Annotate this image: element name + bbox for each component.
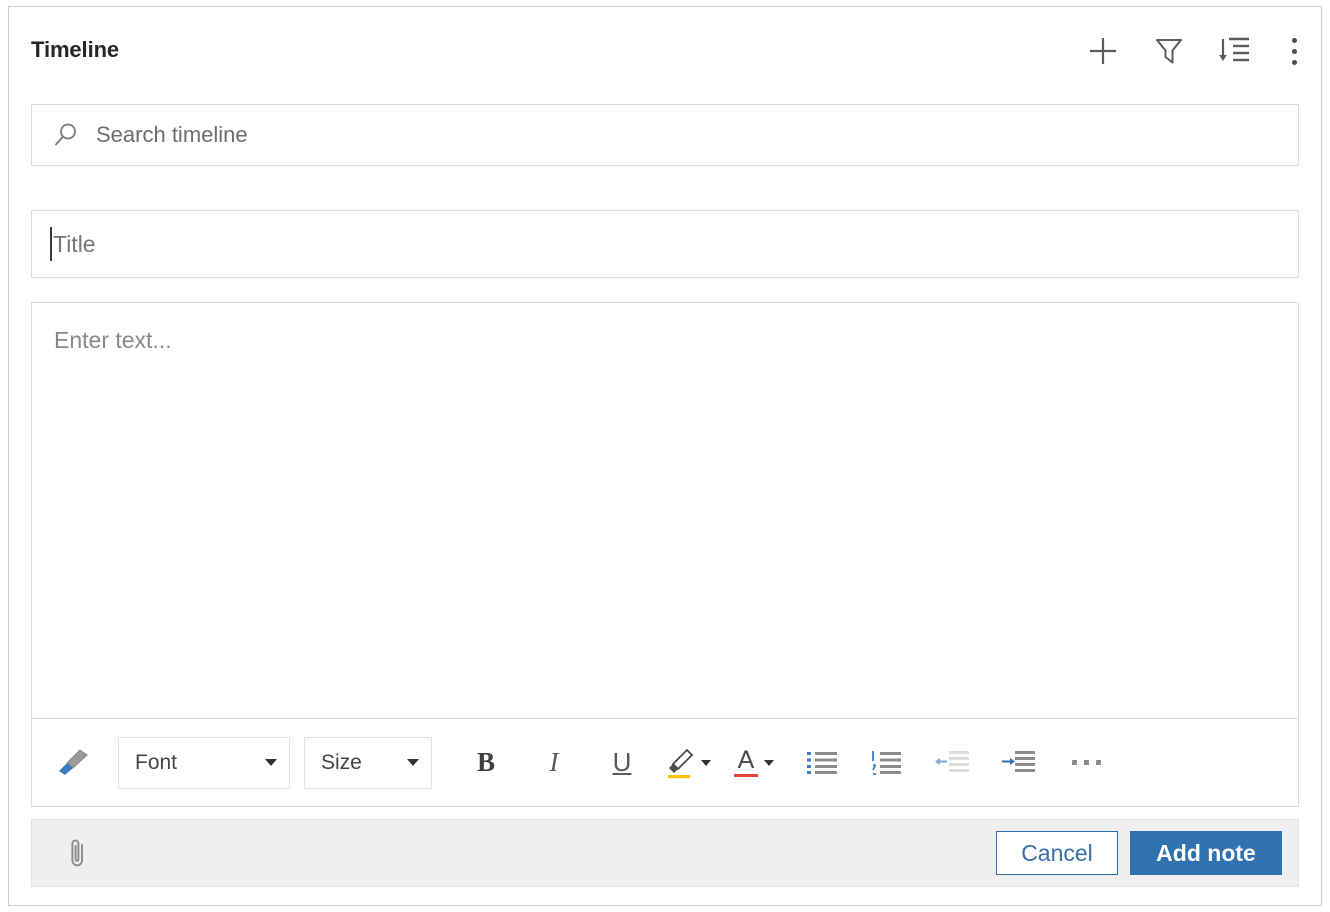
font-family-dropdown[interactable]: Font: [118, 736, 290, 789]
font-family-value: Font: [135, 750, 178, 774]
add-note-button[interactable]: Add note: [1130, 831, 1282, 875]
chevron-down-icon: [407, 759, 419, 766]
bulleted-list-icon: [807, 751, 837, 774]
font-size-dropdown[interactable]: Size: [304, 736, 432, 789]
bold-button[interactable]: B: [460, 735, 512, 791]
paperclip-icon: [71, 839, 83, 867]
text-highlight-button[interactable]: [662, 735, 714, 791]
underline-label: U: [612, 747, 632, 777]
text-caret: [50, 227, 52, 261]
note-body-placeholder: Enter text...: [54, 327, 172, 353]
font-size-value: Size: [321, 750, 362, 774]
search-input[interactable]: Search timeline: [31, 104, 1299, 166]
more-options-button[interactable]: [1281, 31, 1307, 71]
note-title-placeholder: Title: [53, 230, 96, 257]
bold-label: B: [476, 747, 495, 777]
format-painter-button[interactable]: [46, 735, 98, 791]
increase-indent-icon: [1002, 750, 1035, 772]
note-form-footer: Cancel Add note: [31, 819, 1299, 887]
attach-file-button[interactable]: [54, 829, 102, 877]
chevron-down-icon: [701, 759, 711, 766]
chevron-down-icon: [764, 759, 774, 766]
chevron-down-icon: [265, 759, 277, 766]
decrease-indent-icon: [935, 750, 969, 772]
more-vertical-icon: [1291, 37, 1297, 65]
numbered-list-icon: [872, 750, 901, 775]
timeline-panel: Timeline Search timeline Title Enter tex…: [8, 6, 1322, 906]
sort-descending-icon: [1219, 37, 1249, 62]
underline-button[interactable]: U: [596, 735, 648, 791]
italic-button[interactable]: I: [528, 735, 580, 791]
search-placeholder: Search timeline: [96, 122, 248, 147]
note-title-input[interactable]: Title: [31, 210, 1299, 278]
cancel-button[interactable]: Cancel: [996, 831, 1118, 875]
more-horizontal-icon: [1071, 760, 1101, 765]
paintbrush-icon: [59, 748, 88, 775]
panel-header: Timeline: [9, 7, 1321, 89]
font-color-swatch: [734, 773, 758, 778]
decrease-indent-button[interactable]: [926, 735, 978, 791]
note-editor: Enter text... Font Size B I U A: [31, 302, 1299, 807]
page-title: Timeline: [31, 37, 120, 62]
font-color-button[interactable]: A: [728, 735, 780, 791]
note-body-input[interactable]: Enter text...: [32, 303, 1298, 718]
search-icon: [55, 123, 76, 146]
plus-icon: [1090, 38, 1116, 64]
font-color-icon: A: [734, 745, 758, 778]
funnel-icon: [1156, 39, 1182, 64]
sort-button[interactable]: [1215, 31, 1255, 71]
highlighter-icon: [668, 748, 694, 778]
formatting-toolbar: Font Size B I U A: [32, 718, 1298, 806]
font-color-letter: A: [737, 745, 755, 774]
filter-button[interactable]: [1149, 31, 1189, 71]
more-formatting-button[interactable]: [1060, 735, 1112, 791]
add-button[interactable]: [1083, 31, 1123, 71]
increase-indent-button[interactable]: [992, 735, 1044, 791]
italic-label: I: [549, 747, 559, 777]
header-actions: [1083, 31, 1307, 71]
numbered-list-button[interactable]: [860, 735, 912, 791]
bulleted-list-button[interactable]: [796, 735, 848, 791]
